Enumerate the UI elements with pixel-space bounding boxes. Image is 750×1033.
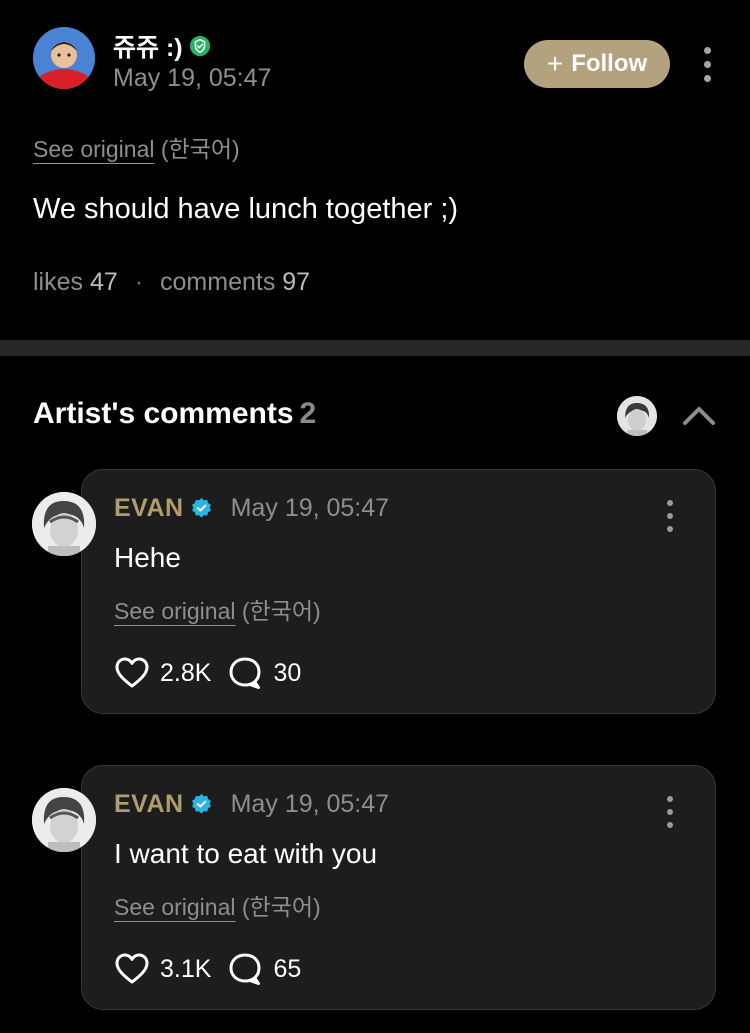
like-count: 2.8K: [160, 658, 212, 687]
plus-icon: +: [546, 48, 564, 79]
verified-blue-icon: [191, 793, 211, 814]
comment-actions: 2.8K 30: [114, 656, 301, 690]
artist-comments-count: 2: [299, 397, 317, 430]
post-date: May 19, 05:47: [113, 64, 272, 92]
separator-dot: ·: [134, 268, 144, 296]
artist-comment-card: EVAN May 19, 05:47 I want to eat with yo…: [81, 765, 716, 1010]
post-more-menu-icon[interactable]: [704, 47, 711, 82]
post-stats: likes 47 · comments 97: [33, 268, 310, 297]
original-language: (한국어): [241, 894, 321, 920]
comment-header: EVAN May 19, 05:47: [114, 790, 389, 819]
see-original-link[interactable]: See original: [114, 894, 235, 920]
artist-comments-title: Artist's comments 2: [33, 397, 316, 431]
author-name-text[interactable]: 쥬쥬 :): [113, 28, 183, 64]
likes-label[interactable]: likes: [33, 268, 83, 296]
reply-count: 30: [273, 658, 302, 687]
comment-more-menu-icon[interactable]: [667, 796, 673, 828]
post-see-original: See original (한국어): [33, 130, 240, 164]
comment-date: May 19, 05:47: [230, 494, 390, 522]
comment-date: May 19, 05:47: [230, 790, 390, 818]
artist-comments-title-text: Artist's comments: [33, 397, 294, 430]
original-language: (한국어): [160, 136, 240, 162]
commenter-avatar[interactable]: [32, 788, 96, 852]
comment-more-menu-icon[interactable]: [667, 500, 673, 532]
artist-avatar[interactable]: [617, 396, 657, 436]
follow-label: Follow: [571, 50, 648, 77]
likes-count[interactable]: 47: [90, 268, 118, 296]
speech-bubble-icon[interactable]: [227, 952, 263, 986]
comment-see-original: See original (한국어): [114, 888, 321, 922]
artist-comment-card: EVAN May 19, 05:47 Hehe See original (한국…: [81, 469, 716, 714]
follow-button[interactable]: + Follow: [524, 40, 670, 88]
post-body: We should have lunch together ;): [33, 193, 459, 225]
heart-icon[interactable]: [114, 952, 150, 986]
chevron-up-icon[interactable]: [681, 401, 717, 429]
comment-body: I want to eat with you: [114, 838, 378, 869]
like-count: 3.1K: [160, 954, 212, 983]
heart-icon[interactable]: [114, 656, 150, 690]
comment-see-original: See original (한국어): [114, 592, 321, 626]
speech-bubble-icon[interactable]: [227, 656, 263, 690]
verified-green-icon: [189, 35, 210, 57]
comment-actions: 3.1K 65: [114, 952, 301, 986]
commenter-name[interactable]: EVAN: [114, 790, 184, 819]
see-original-link[interactable]: See original: [33, 136, 154, 162]
verified-blue-icon: [191, 497, 211, 518]
comments-label[interactable]: comments: [160, 268, 275, 296]
section-divider: [0, 340, 750, 356]
author-avatar[interactable]: [33, 27, 95, 89]
comments-count[interactable]: 97: [282, 268, 310, 296]
comment-body: Hehe: [114, 542, 181, 573]
comment-header: EVAN May 19, 05:47: [114, 494, 389, 523]
original-language: (한국어): [241, 598, 321, 624]
author-name[interactable]: 쥬쥬 :): [113, 28, 211, 64]
see-original-link[interactable]: See original: [114, 598, 235, 624]
reply-count: 65: [273, 954, 302, 983]
commenter-name[interactable]: EVAN: [114, 494, 184, 523]
commenter-avatar[interactable]: [32, 492, 96, 556]
